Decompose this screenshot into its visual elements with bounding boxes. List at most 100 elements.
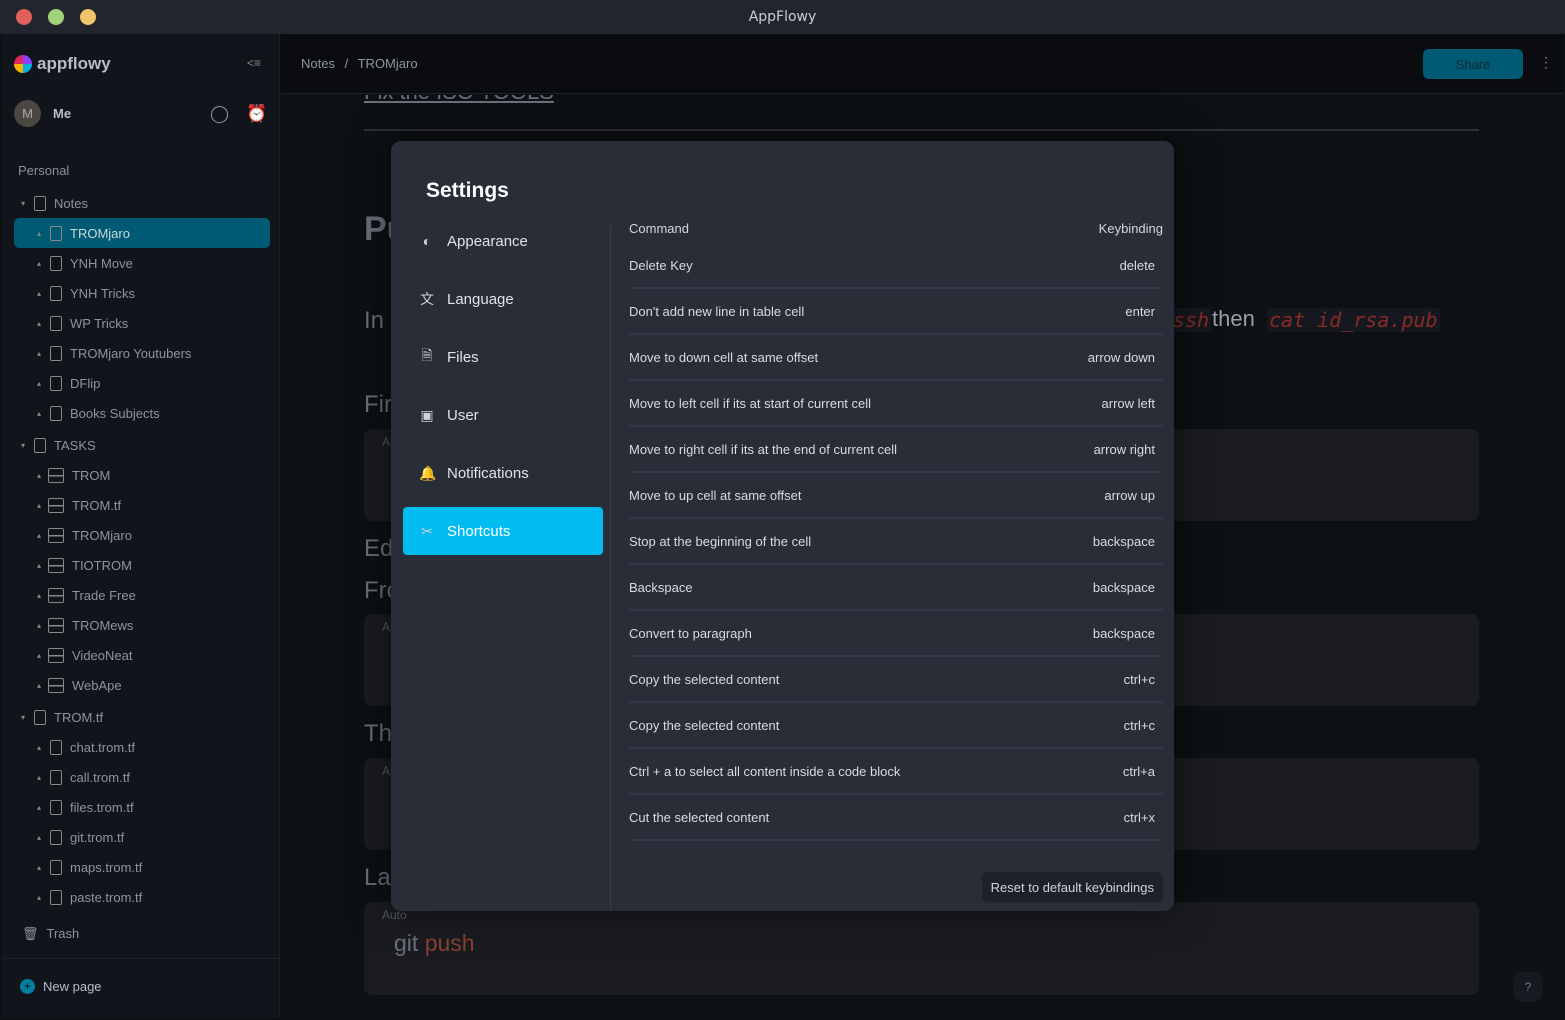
caret-right-icon[interactable]: ▴	[34, 531, 44, 540]
sidebar-item[interactable]: ▴ WebApe	[14, 670, 270, 700]
shortcut-keybinding[interactable]: backspace	[1093, 580, 1155, 595]
caret-right-icon[interactable]: ▴	[34, 259, 44, 268]
reset-keybindings-button[interactable]: Reset to default keybindings	[981, 872, 1163, 902]
caret-right-icon[interactable]: ▴	[34, 863, 44, 872]
caret-down-icon[interactable]: ▾	[18, 199, 28, 208]
sidebar-item[interactable]: ▾ TROM.tf	[14, 702, 270, 732]
alarm-clock-icon[interactable]: ⏰	[246, 104, 267, 124]
caret-right-icon[interactable]: ▴	[34, 501, 44, 510]
caret-right-icon[interactable]: ▴	[34, 651, 44, 660]
minimize-window-button[interactable]	[80, 9, 96, 25]
doc-link[interactable]: Fix the ISO TOOLS	[364, 95, 554, 105]
shortcut-row[interactable]: Ctrl + a to select all content inside a …	[629, 749, 1163, 795]
maximize-window-button[interactable]	[48, 9, 64, 25]
sidebar-item[interactable]: ▴ YNH Tricks	[14, 278, 270, 308]
sidebar-item[interactable]: ▴ DFlip	[14, 368, 270, 398]
settings-nav-user[interactable]: ▣ User	[403, 391, 603, 439]
shortcut-row[interactable]: Move to right cell if its at the end of …	[629, 427, 1163, 473]
shortcut-keybinding[interactable]: ctrl+c	[1124, 718, 1155, 733]
shortcut-row[interactable]: Move to up cell at same offset arrow up	[629, 473, 1163, 519]
code-block[interactable]: Auto git push	[364, 902, 1479, 995]
breadcrumb-current[interactable]: TROMjaro	[358, 56, 418, 71]
caret-right-icon[interactable]: ▴	[34, 409, 44, 418]
sidebar-item[interactable]: ▴ git.trom.tf	[14, 822, 270, 852]
caret-right-icon[interactable]: ▴	[34, 229, 44, 238]
sidebar-item[interactable]: ▾ Notes	[14, 188, 270, 218]
sidebar-item[interactable]: ▴ TROM.tf	[14, 490, 270, 520]
sidebar-item[interactable]: ▴ TROMjaro	[14, 520, 270, 550]
caret-right-icon[interactable]: ▴	[34, 471, 44, 480]
trash-button[interactable]: 🗑 Trash	[22, 926, 79, 942]
shortcut-row[interactable]: Stop at the beginning of the cell backspa…	[629, 519, 1163, 565]
caret-right-icon[interactable]: ▴	[34, 621, 44, 630]
caret-right-icon[interactable]: ▴	[34, 893, 44, 902]
user-profile[interactable]: M Me	[14, 100, 71, 127]
shortcut-row[interactable]: Copy the selected content ctrl+c	[629, 703, 1163, 749]
shortcut-keybinding[interactable]: arrow right	[1094, 442, 1155, 457]
shortcut-keybinding[interactable]: backspace	[1093, 534, 1155, 549]
sidebar-item[interactable]: ▴ TROM	[14, 460, 270, 490]
shortcut-keybinding[interactable]: enter	[1125, 304, 1155, 319]
sidebar-item[interactable]: ▴ TROMjaro Youtubers	[14, 338, 270, 368]
shortcut-row[interactable]: Move to left cell if its at start of cur…	[629, 381, 1163, 427]
caret-down-icon[interactable]: ▾	[18, 713, 28, 722]
sidebar-item[interactable]: ▴ paste.trom.tf	[14, 882, 270, 912]
shortcut-row[interactable]: Cut the selected content ctrl+x	[629, 795, 1163, 841]
shortcut-keybinding[interactable]: ctrl+x	[1124, 810, 1155, 825]
caret-right-icon[interactable]: ▴	[34, 319, 44, 328]
breadcrumb-notes[interactable]: Notes	[301, 56, 335, 71]
caret-down-icon[interactable]: ▾	[18, 441, 28, 450]
shortcut-keybinding[interactable]: ctrl+a	[1123, 764, 1155, 779]
sidebar-item[interactable]: ▴ Books Subjects	[14, 398, 270, 428]
caret-right-icon[interactable]: ▴	[34, 681, 44, 690]
caret-right-icon[interactable]: ▴	[34, 591, 44, 600]
sidebar-item[interactable]: ▴ files.trom.tf	[14, 792, 270, 822]
caret-right-icon[interactable]: ▴	[34, 773, 44, 782]
sidebar-item[interactable]: ▴ maps.trom.tf	[14, 852, 270, 882]
sidebar-item[interactable]: ▴ Trade Free	[14, 580, 270, 610]
settings-icon[interactable]: ◯	[210, 104, 229, 124]
shortcut-row[interactable]: Move to down cell at same offset arrow do…	[629, 335, 1163, 381]
column-keybinding: Keybinding	[1098, 221, 1163, 236]
more-options-icon[interactable]: ⋮	[1539, 54, 1553, 71]
new-page-button[interactable]: + New page	[2, 958, 279, 1014]
board-icon	[48, 557, 64, 573]
shortcuts-list[interactable]: Command Keybinding Delete Key delete Don't …	[629, 221, 1163, 857]
close-window-button[interactable]	[16, 9, 32, 25]
shortcut-keybinding[interactable]: ctrl+c	[1124, 672, 1155, 687]
help-button[interactable]: ?	[1513, 972, 1543, 1002]
settings-nav-notifications[interactable]: 🔔 Notifications	[403, 449, 603, 497]
sidebar-item[interactable]: ▴ call.trom.tf	[14, 762, 270, 792]
shortcut-row[interactable]: Don't add new line in table cell enter	[629, 289, 1163, 335]
caret-right-icon[interactable]: ▴	[34, 833, 44, 842]
settings-nav-language[interactable]: 文 Language	[403, 275, 603, 323]
caret-right-icon[interactable]: ▴	[34, 379, 44, 388]
sidebar-item[interactable]: ▾ TASKS	[14, 430, 270, 460]
shortcut-keybinding[interactable]: backspace	[1093, 626, 1155, 641]
sidebar-item[interactable]: ▴ YNH Move	[14, 248, 270, 278]
share-button[interactable]: Share	[1423, 49, 1523, 79]
caret-right-icon[interactable]: ▴	[34, 349, 44, 358]
shortcut-row[interactable]: Backspace backspace	[629, 565, 1163, 611]
caret-right-icon[interactable]: ▴	[34, 743, 44, 752]
shortcut-row[interactable]: Convert to paragraph backspace	[629, 611, 1163, 657]
shortcut-row[interactable]: Copy the selected content ctrl+c	[629, 657, 1163, 703]
shortcut-keybinding[interactable]: arrow left	[1102, 396, 1155, 411]
caret-right-icon[interactable]: ▴	[34, 289, 44, 298]
sidebar-item[interactable]: ▴ WP Tricks	[14, 308, 270, 338]
caret-right-icon[interactable]: ▴	[34, 803, 44, 812]
sidebar-item[interactable]: ▴ chat.trom.tf	[14, 732, 270, 762]
settings-nav-shortcuts[interactable]: ✂ Shortcuts	[403, 507, 603, 555]
caret-right-icon[interactable]: ▴	[34, 561, 44, 570]
settings-nav-appearance[interactable]: ◐ Appearance	[403, 217, 603, 265]
settings-nav-files[interactable]: 🗎 Files	[403, 333, 603, 381]
sidebar-item[interactable]: ▴ TIOTROM	[14, 550, 270, 580]
sidebar-item[interactable]: ▴ VideoNeat	[14, 640, 270, 670]
collapse-sidebar-icon[interactable]: <≡	[247, 56, 261, 70]
shortcut-keybinding[interactable]: arrow up	[1104, 488, 1155, 503]
sidebar-item[interactable]: ▴ TROMews	[14, 610, 270, 640]
shortcut-keybinding[interactable]: arrow down	[1088, 350, 1155, 365]
shortcut-keybinding[interactable]: delete	[1120, 258, 1155, 273]
sidebar-item[interactable]: ▴ TROMjaro	[14, 218, 270, 248]
shortcut-row[interactable]: Delete Key delete	[629, 243, 1163, 289]
